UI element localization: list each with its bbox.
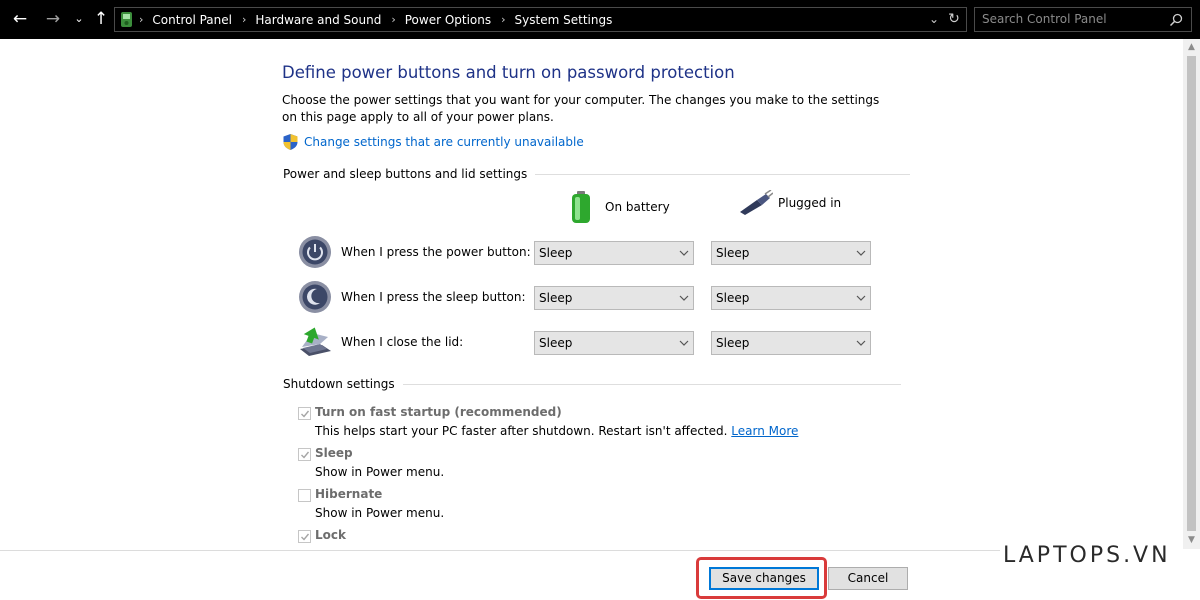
chevron-down-icon: [856, 295, 866, 301]
power-plug-icon: [740, 190, 773, 215]
sleep-option-desc: Show in Power menu.: [315, 465, 445, 479]
column-label: On battery: [605, 200, 670, 214]
select-value: Sleep: [539, 291, 573, 305]
scroll-down-icon[interactable]: ▼: [1183, 532, 1200, 549]
footer-divider: [0, 550, 1000, 551]
column-on-battery: On battery: [569, 190, 670, 224]
laptop-lid-icon: [300, 327, 331, 356]
lock-option-label: Lock: [315, 528, 346, 542]
power-button-plugged-select[interactable]: Sleep: [711, 241, 871, 265]
search-placeholder: Search Control Panel: [982, 12, 1107, 26]
fast-startup-checkbox[interactable]: [298, 407, 311, 420]
uac-shield-icon: [283, 134, 298, 150]
refresh-icon[interactable]: ↻: [946, 9, 962, 29]
change-unavailable-settings-link[interactable]: Change settings that are currently unava…: [304, 135, 584, 149]
page-description: Choose the power settings that you want …: [282, 93, 880, 124]
checkmark-icon: [301, 533, 310, 541]
search-icon[interactable]: [1169, 13, 1183, 27]
close-lid-battery-select[interactable]: Sleep: [534, 331, 694, 355]
breadcrumb-sep: ›: [501, 13, 506, 26]
select-value: Sleep: [716, 246, 750, 260]
recent-locations-chevron-icon[interactable]: ⌄: [68, 8, 90, 30]
chevron-down-icon: [679, 340, 689, 346]
sleep-button-battery-select[interactable]: Sleep: [534, 286, 694, 310]
checkmark-icon: [301, 410, 310, 418]
option-description: This helps start your PC faster after sh…: [315, 424, 728, 438]
chevron-down-icon: [856, 250, 866, 256]
column-label: Plugged in: [778, 196, 842, 210]
vertical-scrollbar[interactable]: ▲ ▼: [1183, 39, 1200, 549]
breadcrumb-sep: ›: [241, 13, 247, 26]
section-divider: [535, 173, 911, 175]
sleep-button-plugged-select[interactable]: Sleep: [711, 286, 871, 310]
sleep-option-label: Sleep: [315, 446, 353, 460]
fast-startup-desc: This helps start your PC faster after sh…: [315, 424, 798, 438]
lock-checkbox[interactable]: [298, 530, 311, 543]
section-shutdown-heading: Shutdown settings: [283, 377, 901, 391]
chevron-down-icon: [856, 340, 866, 346]
cancel-button[interactable]: Cancel: [828, 567, 908, 590]
select-value: Sleep: [539, 246, 573, 260]
chevron-down-icon: [679, 295, 689, 301]
breadcrumb-power-options[interactable]: Power Options: [405, 13, 491, 27]
fast-startup-label: Turn on fast startup (recommended): [315, 405, 562, 419]
sleep-checkbox[interactable]: [298, 448, 311, 461]
checkmark-icon: [301, 451, 310, 459]
power-button-battery-select[interactable]: Sleep: [534, 241, 694, 265]
learn-more-link[interactable]: Learn More: [731, 424, 798, 438]
select-value: Sleep: [539, 336, 573, 350]
watermark-logo: LAPTOPS.VN: [1003, 543, 1171, 568]
scrollbar-thumb[interactable]: [1187, 56, 1196, 531]
forward-arrow-icon[interactable]: →: [42, 8, 64, 30]
sleep-button-icon: [299, 281, 331, 313]
hibernate-checkbox[interactable]: [298, 489, 311, 502]
address-toolbar: ← → ⌄ ↑ › Control Panel › Hardware and S…: [0, 0, 1200, 39]
section-heading: Shutdown settings: [283, 377, 395, 391]
back-arrow-icon[interactable]: ←: [9, 8, 31, 30]
hibernate-option-label: Hibernate: [315, 487, 383, 501]
chevron-down-icon: [679, 250, 689, 256]
sleep-button-label: When I press the sleep button:: [341, 290, 526, 304]
breadcrumb-control-panel[interactable]: Control Panel: [152, 13, 232, 27]
battery-icon: [572, 191, 590, 223]
close-lid-plugged-select[interactable]: Sleep: [711, 331, 871, 355]
search-control-panel-input[interactable]: Search Control Panel: [974, 7, 1192, 32]
breadcrumb-hardware-and-sound[interactable]: Hardware and Sound: [255, 13, 381, 27]
power-button-label: When I press the power button:: [341, 245, 531, 259]
select-value: Sleep: [716, 291, 750, 305]
section-divider: [402, 383, 901, 385]
address-field[interactable]: › Control Panel › Hardware and Sound › P…: [114, 7, 967, 32]
section-heading: Power and sleep buttons and lid settings: [283, 167, 528, 181]
close-lid-label: When I close the lid:: [341, 335, 464, 349]
power-button-icon: [299, 236, 331, 268]
column-plugged-in: Plugged in: [737, 190, 841, 216]
up-arrow-icon[interactable]: ↑: [90, 8, 112, 30]
breadcrumb: › Control Panel › Hardware and Sound › P…: [139, 8, 612, 31]
hibernate-option-desc: Show in Power menu.: [315, 506, 445, 520]
control-panel-icon: [121, 12, 132, 27]
breadcrumb-system-settings[interactable]: System Settings: [515, 13, 613, 27]
breadcrumb-sep: ›: [139, 13, 144, 26]
breadcrumb-sep: ›: [391, 13, 396, 26]
address-dropdown-icon[interactable]: ⌄: [926, 9, 942, 29]
scroll-up-icon[interactable]: ▲: [1183, 39, 1200, 56]
save-changes-button[interactable]: Save changes: [709, 567, 819, 590]
uac-link-row[interactable]: Change settings that are currently unava…: [282, 133, 584, 151]
select-value: Sleep: [716, 336, 750, 350]
page-title: Define power buttons and turn on passwor…: [282, 63, 735, 82]
section-power-buttons-heading: Power and sleep buttons and lid settings: [283, 167, 911, 181]
